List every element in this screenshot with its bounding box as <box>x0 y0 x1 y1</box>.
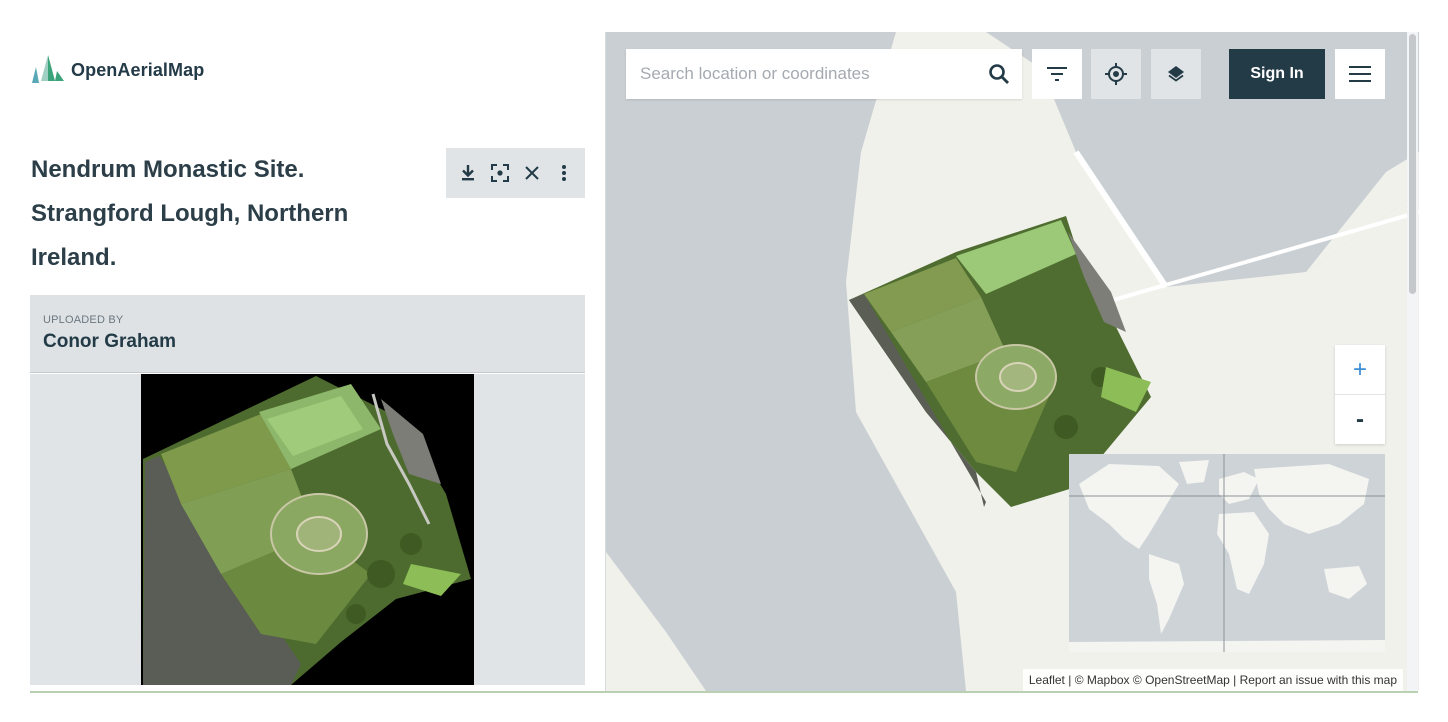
download-button[interactable] <box>456 161 480 185</box>
brand-name: OpenAerialMap <box>71 59 205 80</box>
attribution-separator: | <box>1064 673 1075 687</box>
layers-button[interactable] <box>1151 49 1201 99</box>
image-preview <box>141 374 474 685</box>
uploaded-by-caption: UPLOADED BY <box>43 314 124 326</box>
focus-icon <box>490 164 509 182</box>
more-vertical-icon <box>561 165 566 181</box>
locate-button[interactable] <box>1091 49 1141 99</box>
uploader-name: Conor Graham <box>43 331 177 352</box>
scrollbar-thumb[interactable] <box>1409 34 1416 294</box>
zoom-control: + - <box>1335 345 1385 444</box>
map-view[interactable]: Sign In + - <box>605 32 1419 691</box>
world-map-graphic <box>1069 454 1385 652</box>
download-icon <box>461 165 474 181</box>
close-icon <box>524 166 539 180</box>
map-attribution: Leaflet | © Mapbox © OpenStreetMap | Rep… <box>1022 669 1403 691</box>
image-actions-bar <box>446 148 585 198</box>
uploader-info: UPLOADED BY Conor Graham <box>30 295 585 373</box>
sign-in-button[interactable]: Sign In <box>1229 49 1325 99</box>
layers-icon <box>1168 66 1184 82</box>
openstreetmap-link[interactable]: © OpenStreetMap <box>1133 673 1230 687</box>
brand-logo[interactable]: OpenAerialMap <box>31 53 204 87</box>
report-issue-link[interactable]: Report an issue with this map <box>1240 673 1397 687</box>
page-scrollbar[interactable] <box>1407 32 1418 691</box>
close-button[interactable] <box>520 161 544 185</box>
focus-button[interactable] <box>488 161 512 185</box>
search-button[interactable] <box>976 49 1022 99</box>
leaflet-link[interactable]: Leaflet <box>1029 673 1065 687</box>
more-options-button[interactable] <box>552 161 576 185</box>
hamburger-menu-icon <box>1349 66 1371 82</box>
image-preview-container <box>30 374 585 685</box>
locate-icon <box>1105 63 1127 85</box>
filter-button[interactable] <box>1032 49 1082 99</box>
zoom-in-button[interactable]: + <box>1335 345 1385 395</box>
world-minimap[interactable] <box>1069 454 1385 652</box>
bottom-divider <box>30 691 1418 693</box>
search-bar <box>626 49 1022 99</box>
filter-icon <box>1047 67 1067 81</box>
search-input[interactable] <box>638 63 976 85</box>
main-menu-button[interactable] <box>1335 49 1385 99</box>
attribution-separator: | <box>1229 673 1240 687</box>
openaerialmap-logo-icon <box>32 55 64 83</box>
image-title: Nendrum Monastic Site. Strangford Lough,… <box>31 156 349 271</box>
zoom-out-button[interactable]: - <box>1335 395 1385 444</box>
mapbox-link[interactable]: © Mapbox <box>1075 673 1130 687</box>
search-icon <box>989 64 1009 84</box>
